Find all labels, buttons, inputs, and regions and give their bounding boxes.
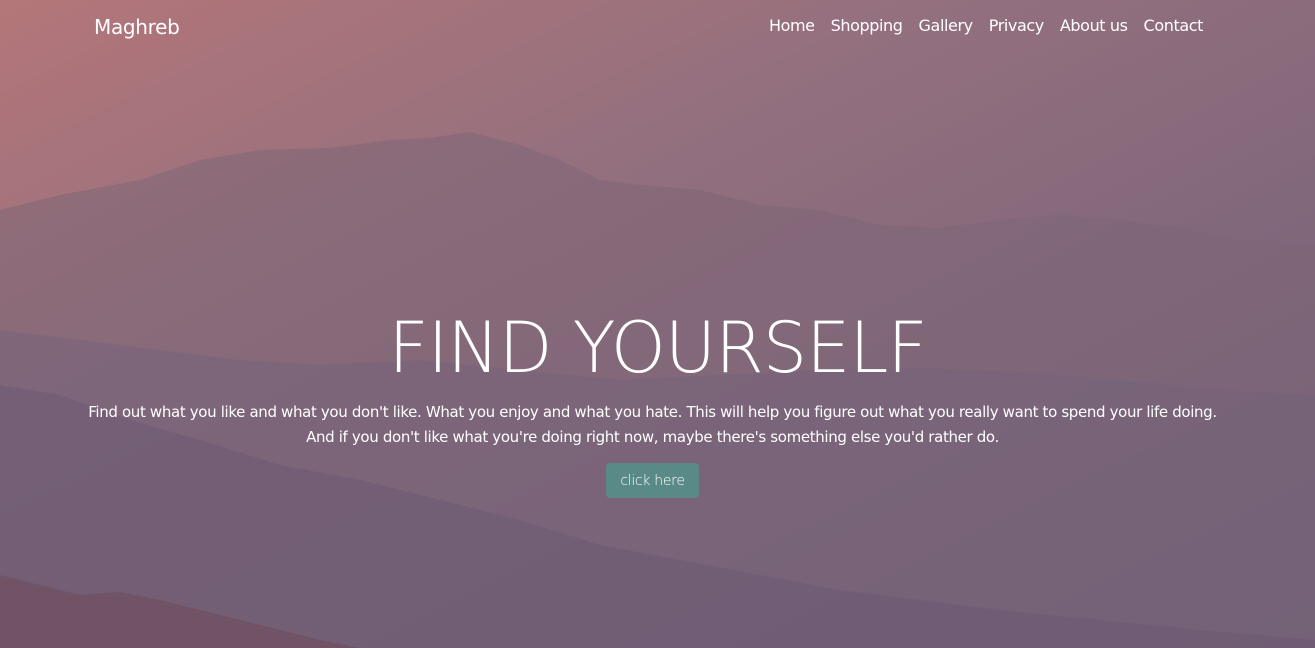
hero-description-line-2: And if you don't like what you're doing … <box>306 428 999 446</box>
nav-link-about-us[interactable]: About us <box>1060 16 1128 35</box>
nav-link-privacy[interactable]: Privacy <box>989 16 1045 35</box>
nav-item-home: Home <box>769 16 815 35</box>
nav-link-home[interactable]: Home <box>769 16 815 35</box>
click-here-button[interactable]: click here <box>606 463 699 498</box>
nav-item-about: About us <box>1060 16 1128 35</box>
nav-menu: Home Shopping Gallery Privacy About us C… <box>769 16 1203 35</box>
nav-item-shopping: Shopping <box>831 16 903 35</box>
nav-item-privacy: Privacy <box>989 16 1045 35</box>
nav-link-gallery[interactable]: Gallery <box>919 16 974 35</box>
hero-description: Find out what you like and what you don'… <box>80 400 1225 450</box>
hero-description-line-1: Find out what you like and what you don'… <box>88 403 1217 421</box>
hero-title: FIND YOURSELF <box>388 307 927 389</box>
nav-item-contact: Contact <box>1144 16 1204 35</box>
brand-logo-link[interactable]: Maghreb <box>94 15 180 39</box>
navbar: Maghreb Home Shopping Gallery Privacy Ab… <box>0 0 1315 56</box>
nav-link-shopping[interactable]: Shopping <box>831 16 903 35</box>
nav-link-contact[interactable]: Contact <box>1144 16 1204 35</box>
hero-section: Maghreb Home Shopping Gallery Privacy Ab… <box>0 0 1315 648</box>
nav-item-gallery: Gallery <box>919 16 974 35</box>
